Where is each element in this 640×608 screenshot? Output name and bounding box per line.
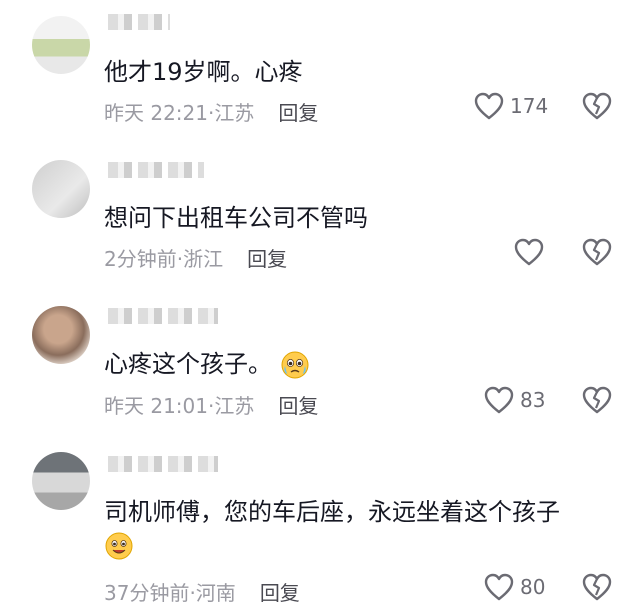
comment-location: 江苏	[214, 394, 255, 418]
avatar[interactable]	[32, 452, 90, 510]
avatar[interactable]	[32, 16, 90, 74]
avatar[interactable]	[32, 160, 90, 218]
comment-location: 浙江	[183, 247, 224, 271]
like-button[interactable]: 80	[484, 573, 545, 601]
like-button[interactable]: 174	[474, 92, 548, 120]
username-blurred[interactable]	[108, 14, 170, 30]
like-count: 80	[520, 575, 546, 599]
comment-time: 昨天 21:01	[104, 394, 208, 418]
heart-icon	[474, 92, 504, 120]
comment-location: 河南	[195, 581, 236, 605]
comment-meta: 昨天 21:01·江苏 回复	[104, 394, 319, 418]
broken-heart-icon[interactable]	[582, 92, 612, 120]
crying-face-emoji-icon	[281, 351, 309, 379]
comment-time: 昨天 22:21	[104, 101, 208, 125]
comment-meta: 37分钟前·河南 回复	[104, 581, 300, 605]
like-button[interactable]: 83	[484, 386, 545, 414]
comment-text: 他才19岁啊。心疼	[104, 58, 303, 86]
heart-icon	[484, 573, 514, 601]
avatar[interactable]	[32, 306, 90, 364]
broken-heart-icon[interactable]	[582, 238, 612, 266]
username-blurred[interactable]	[108, 308, 218, 324]
like-count: 83	[520, 388, 546, 412]
reply-button[interactable]: 回复	[260, 581, 300, 605]
comment-time: 2分钟前	[104, 247, 177, 271]
reply-button[interactable]: 回复	[247, 247, 287, 271]
username-blurred[interactable]	[108, 456, 218, 472]
comment-text: 想问下出租车公司不管吗	[104, 204, 368, 232]
smiling-face-emoji-icon	[105, 532, 133, 560]
reply-button[interactable]: 回复	[278, 101, 318, 125]
heart-icon	[484, 386, 514, 414]
comment-meta: 昨天 22:21·江苏 回复	[104, 101, 319, 125]
comment-text: 心疼这个孩子。	[104, 344, 310, 380]
reply-button[interactable]: 回复	[278, 394, 318, 418]
comment-time: 37分钟前	[104, 581, 190, 605]
comment-location: 江苏	[214, 101, 255, 125]
username-blurred[interactable]	[108, 162, 204, 178]
broken-heart-icon[interactable]	[582, 573, 612, 601]
heart-icon	[514, 238, 544, 266]
like-button[interactable]	[514, 238, 544, 266]
like-count: 174	[510, 94, 549, 118]
comment-meta: 2分钟前·浙江 回复	[104, 247, 288, 271]
broken-heart-icon[interactable]	[582, 386, 612, 414]
comment-text: 司机师傅，您的车后座，永远坐着这个孩子	[104, 498, 560, 526]
